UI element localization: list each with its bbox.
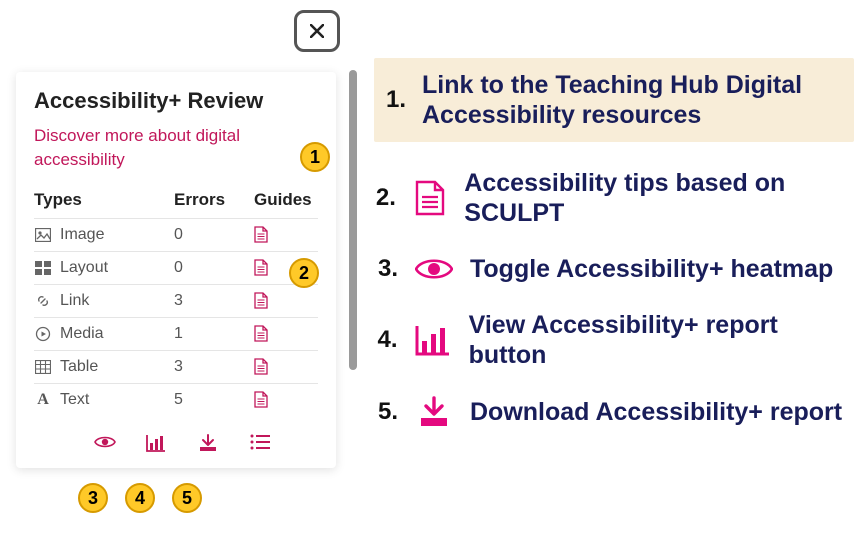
row-errors: 0 [174,259,254,277]
view-report-button[interactable] [146,434,168,452]
eye-icon [94,434,116,450]
document-icon [254,358,268,375]
table-row[interactable]: Table 3 [34,350,318,383]
legend-item-1: 1. Link to the Teaching Hub Digital Acce… [374,58,854,142]
table-row[interactable]: A Text 5 [34,383,318,416]
row-label: Text [60,391,89,409]
header-errors: Errors [174,190,254,210]
legend-text: Accessibility tips based on SCULPT [464,168,854,228]
download-icon [414,396,454,428]
eye-icon [414,256,454,282]
document-icon [254,292,268,309]
bar-chart-icon [413,324,452,356]
row-errors: 5 [174,391,254,409]
row-errors: 3 [174,358,254,376]
panel-title: Accessibility+ Review [34,88,318,114]
row-label: Media [60,325,104,343]
bar-chart-icon [146,434,166,452]
table-row[interactable]: Layout 0 [34,251,318,284]
layout-icon [34,261,52,275]
document-icon [254,391,268,408]
heatmap-toggle[interactable] [94,434,116,452]
legend-num: 5. [374,398,398,426]
legend-num: 2. [374,184,396,212]
guide-button[interactable] [254,325,324,342]
row-errors: 0 [174,226,254,244]
image-icon [34,228,52,242]
close-button[interactable] [294,10,340,52]
legend-item-4: 4. View Accessibility+ report button [374,310,854,370]
link-icon [34,293,52,309]
panel-toolbar [34,416,318,458]
legend-item-5: 5. Download Accessibility+ report [374,396,854,428]
review-card: Accessibility+ Review Discover more abou… [16,72,336,468]
media-icon [34,326,52,342]
list-icon [250,434,270,450]
row-label: Image [60,226,104,244]
table-row[interactable]: Link 3 [34,284,318,317]
guide-button[interactable] [254,292,324,309]
guide-button[interactable] [254,358,324,375]
list-button[interactable] [250,434,272,452]
row-label: Table [60,358,98,376]
download-icon [198,434,218,452]
legend-num: 4. [374,326,397,354]
discover-link[interactable]: Discover more about digital accessibilit… [34,124,318,172]
legend-text: View Accessibility+ report button [469,310,854,370]
scrollbar[interactable] [349,70,357,370]
guide-button[interactable] [254,226,324,243]
document-icon [254,226,268,243]
document-icon [412,180,448,216]
row-errors: 1 [174,325,254,343]
callout-badge-1: 1 [300,142,330,172]
table-header: Types Errors Guides [34,190,318,218]
legend-text: Download Accessibility+ report [470,397,842,427]
legend: 1. Link to the Teaching Hub Digital Acce… [374,58,854,454]
legend-item-3: 3. Toggle Accessibility+ heatmap [374,254,854,284]
row-label: Link [60,292,89,310]
legend-text: Link to the Teaching Hub Digital Accessi… [422,70,822,130]
header-guides: Guides [254,190,324,210]
legend-item-2: 2. Accessibility tips based on SCULPT [374,168,854,228]
download-report-button[interactable] [198,434,220,452]
callout-badge-4: 4 [125,483,155,513]
row-label: Layout [60,259,108,277]
callout-badge-2: 2 [289,258,319,288]
guide-button[interactable] [254,391,324,408]
table-row[interactable]: Media 1 [34,317,318,350]
row-errors: 3 [174,292,254,310]
close-icon [310,24,324,38]
header-types: Types [34,190,174,210]
document-icon [254,325,268,342]
legend-num: 1. [382,86,406,114]
callout-badge-3: 3 [78,483,108,513]
document-icon [254,259,268,276]
accessibility-panel: Accessibility+ Review Discover more abou… [6,10,346,478]
text-icon: A [34,391,52,409]
table-row[interactable]: Image 0 [34,218,318,251]
table-icon [34,360,52,374]
legend-text: Toggle Accessibility+ heatmap [470,254,833,284]
callout-badge-5: 5 [172,483,202,513]
legend-num: 3. [374,255,398,283]
